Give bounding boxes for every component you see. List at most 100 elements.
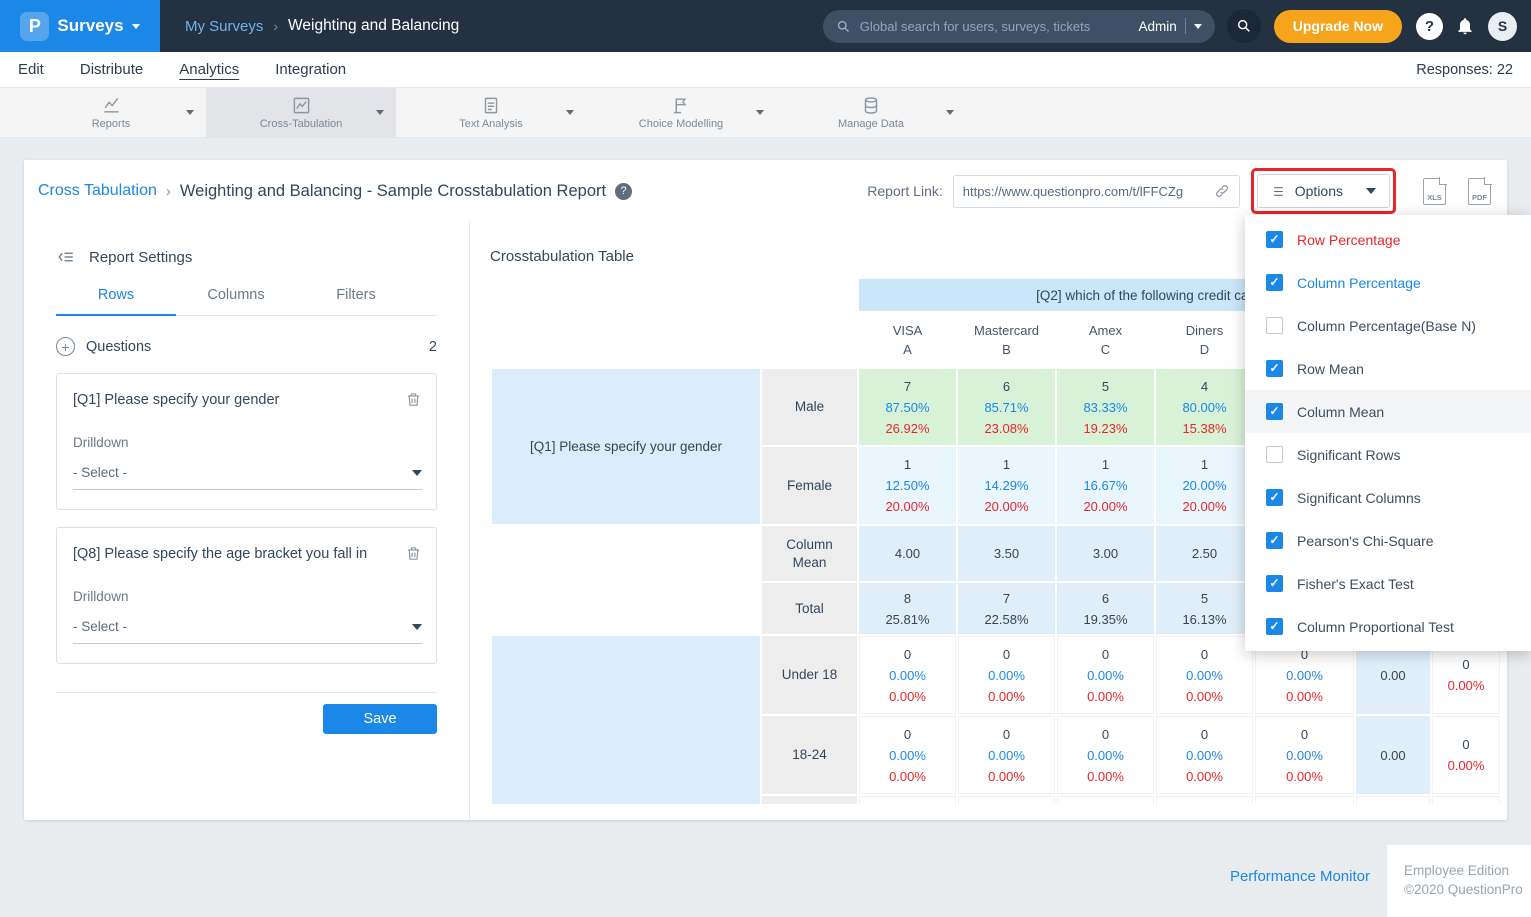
row-label xyxy=(762,796,857,804)
row-label: Male xyxy=(762,369,857,445)
report-link-input[interactable]: https://www.questionpro.com/t/lFFCZg xyxy=(953,175,1240,208)
chevron-down-icon[interactable] xyxy=(186,110,194,115)
option-row-mean[interactable]: Row Mean xyxy=(1245,347,1531,390)
option-fisher-s-exact-test[interactable]: Fisher's Exact Test xyxy=(1245,562,1531,605)
performance-monitor-link[interactable]: Performance Monitor xyxy=(1230,868,1370,885)
option-column-proportional-test[interactable]: Column Proportional Test xyxy=(1245,605,1531,648)
checkbox-unchecked-icon[interactable] xyxy=(1266,317,1283,334)
checkbox-checked-icon[interactable] xyxy=(1266,618,1283,635)
chevron-down-icon xyxy=(412,624,422,630)
option-column-percentage-base-n-[interactable]: Column Percentage(Base N) xyxy=(1245,304,1531,347)
option-label: Pearson's Chi-Square xyxy=(1297,533,1434,549)
tool-choice-modelling[interactable]: Choice Modelling xyxy=(586,88,776,137)
questions-label: Questions xyxy=(86,339,151,355)
checkbox-checked-icon[interactable] xyxy=(1266,575,1283,592)
report-header: Cross Tabulation › Weighting and Balanci… xyxy=(24,160,1507,222)
data-cell xyxy=(859,796,956,804)
data-cell: 480.00%15.38% xyxy=(1156,369,1253,445)
drilldown-select[interactable]: - Select - xyxy=(73,619,422,644)
checkbox-checked-icon[interactable] xyxy=(1266,360,1283,377)
global-search[interactable]: Admin xyxy=(823,10,1215,43)
tab-rows[interactable]: Rows xyxy=(56,287,176,316)
search-scope-dropdown[interactable]: Admin xyxy=(1139,18,1202,34)
option-row-percentage[interactable]: Row Percentage xyxy=(1245,218,1531,261)
checkbox-unchecked-icon[interactable] xyxy=(1266,446,1283,463)
text-analysis-icon xyxy=(481,96,501,115)
row-group-label: [Q1] Please specify your gender xyxy=(492,369,760,524)
data-cell: 116.67%20.00% xyxy=(1057,447,1154,524)
tab-columns[interactable]: Columns xyxy=(176,287,296,315)
option-label: Significant Rows xyxy=(1297,447,1401,463)
tool-cross-tabulation[interactable]: Cross-Tabulation xyxy=(206,88,396,137)
checkbox-checked-icon[interactable] xyxy=(1266,231,1283,248)
data-cell: 00.00%0.00% xyxy=(1255,716,1354,794)
option-significant-rows[interactable]: Significant Rows xyxy=(1245,433,1531,476)
tool-reports[interactable]: Reports xyxy=(16,88,206,137)
options-button[interactable]: Options xyxy=(1257,174,1390,208)
breadcrumb-cross-tabulation[interactable]: Cross Tabulation xyxy=(38,182,157,200)
export-pdf-button[interactable]: PDF xyxy=(1468,178,1491,205)
nav-analytics[interactable]: Analytics xyxy=(179,61,239,78)
chevron-down-icon[interactable] xyxy=(566,110,574,115)
option-column-percentage[interactable]: Column Percentage xyxy=(1245,261,1531,304)
notifications-button[interactable] xyxy=(1455,16,1475,36)
row-label: Total xyxy=(762,583,857,634)
data-cell: 3.50 xyxy=(958,526,1055,581)
data-cell: 516.13% xyxy=(1156,583,1253,634)
tab-filters[interactable]: Filters xyxy=(296,287,416,315)
product-switcher[interactable]: P Surveys xyxy=(0,0,160,52)
data-cell: 00.00%0.00% xyxy=(1057,636,1154,714)
checkbox-checked-icon[interactable] xyxy=(1266,532,1283,549)
data-cell: 00.00%0.00% xyxy=(1156,716,1253,794)
avatar[interactable]: S xyxy=(1488,12,1517,41)
trash-icon[interactable] xyxy=(405,391,422,408)
survey-nav: Edit Distribute Analytics Integration Re… xyxy=(0,52,1531,88)
drilldown-select[interactable]: - Select - xyxy=(73,465,422,490)
data-cell: 00.00%0.00% xyxy=(859,636,956,714)
add-question-button[interactable]: + xyxy=(56,337,75,356)
export-xls-button[interactable]: XLS xyxy=(1423,178,1446,205)
save-button[interactable]: Save xyxy=(323,704,437,734)
upgrade-now-button[interactable]: Upgrade Now xyxy=(1274,10,1402,43)
data-cell: 114.29%20.00% xyxy=(958,447,1055,524)
global-search-input[interactable] xyxy=(860,19,1130,34)
checkbox-checked-icon[interactable] xyxy=(1266,489,1283,506)
help-icon[interactable]: ? xyxy=(615,183,632,200)
row-label: Under 18 xyxy=(762,636,857,714)
chevron-down-icon[interactable] xyxy=(756,110,764,115)
checkbox-checked-icon[interactable] xyxy=(1266,403,1283,420)
drilldown-label: Drilldown xyxy=(73,435,422,450)
chevron-down-icon[interactable] xyxy=(946,110,954,115)
data-cell xyxy=(958,796,1055,804)
option-significant-columns[interactable]: Significant Columns xyxy=(1245,476,1531,519)
report-header-actions: Report Link: https://www.questionpro.com… xyxy=(867,168,1491,214)
help-button[interactable]: ? xyxy=(1416,13,1443,40)
option-pearson-s-chi-square[interactable]: Pearson's Chi-Square xyxy=(1245,519,1531,562)
tool-text-analysis[interactable]: Text Analysis xyxy=(396,88,586,137)
data-cell xyxy=(1356,796,1430,804)
search-icon xyxy=(836,19,851,34)
database-icon xyxy=(861,96,881,115)
nav-integration[interactable]: Integration xyxy=(275,61,346,78)
options-label: Options xyxy=(1295,183,1343,199)
tool-label: Cross-Tabulation xyxy=(260,118,343,130)
responses-count: Responses: 22 xyxy=(1416,62,1513,78)
data-cell: 619.35% xyxy=(1057,583,1154,634)
data-cell: 00.00%0.00% xyxy=(1057,716,1154,794)
breadcrumb-my-surveys[interactable]: My Surveys xyxy=(185,18,263,35)
tool-manage-data[interactable]: Manage Data xyxy=(776,88,966,137)
question-title: [Q8] Please specify the age bracket you … xyxy=(73,545,397,564)
data-cell: 00.00%0.00% xyxy=(958,636,1055,714)
checkbox-checked-icon[interactable] xyxy=(1266,274,1283,291)
collapse-panel-icon[interactable] xyxy=(56,248,76,266)
chevron-down-icon[interactable] xyxy=(376,110,384,115)
nav-edit[interactable]: Edit xyxy=(18,61,44,78)
trash-icon[interactable] xyxy=(405,545,422,562)
nav-distribute[interactable]: Distribute xyxy=(80,61,143,78)
link-icon[interactable] xyxy=(1214,183,1230,199)
search-button[interactable] xyxy=(1227,9,1261,43)
column-header: MastercardB xyxy=(958,313,1055,367)
option-column-mean[interactable]: Column Mean xyxy=(1245,390,1531,433)
analytics-toolbar: Reports Cross-Tabulation Text Analysis C… xyxy=(0,88,1531,138)
column-header: VISAA xyxy=(859,313,956,367)
